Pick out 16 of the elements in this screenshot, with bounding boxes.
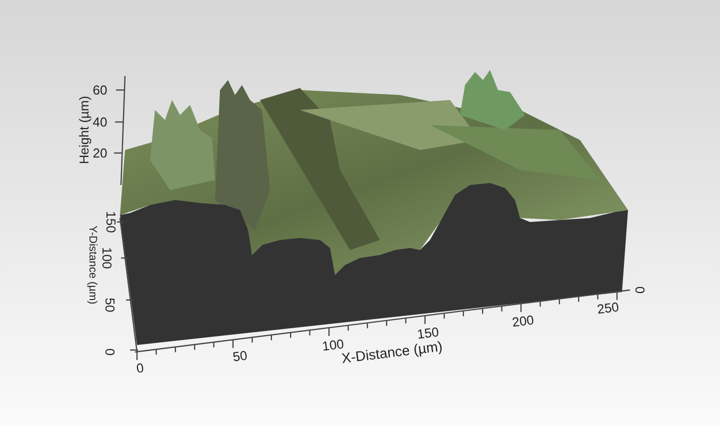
tick-label: 50 — [232, 348, 248, 364]
axis-title: Y-Distance (µm) — [86, 226, 98, 304]
axis-title: Height (µm) — [78, 96, 90, 164]
tick-label: 100 — [321, 337, 345, 353]
tick-label: 60 — [92, 84, 108, 96]
tick-label: 0 — [136, 361, 144, 375]
tick-label: 150 — [104, 211, 118, 233]
tick-label: 0 — [104, 348, 116, 356]
tick-label: 40 — [92, 116, 108, 128]
tick-label: 200 — [511, 313, 535, 329]
tick-label: 0 — [634, 286, 646, 294]
tick-label: 100 — [100, 247, 114, 269]
tick-label: 150 — [416, 325, 440, 341]
tick-label: 20 — [92, 146, 108, 160]
tick-label: 50 — [104, 298, 116, 312]
tick-label: 250 — [596, 300, 620, 316]
